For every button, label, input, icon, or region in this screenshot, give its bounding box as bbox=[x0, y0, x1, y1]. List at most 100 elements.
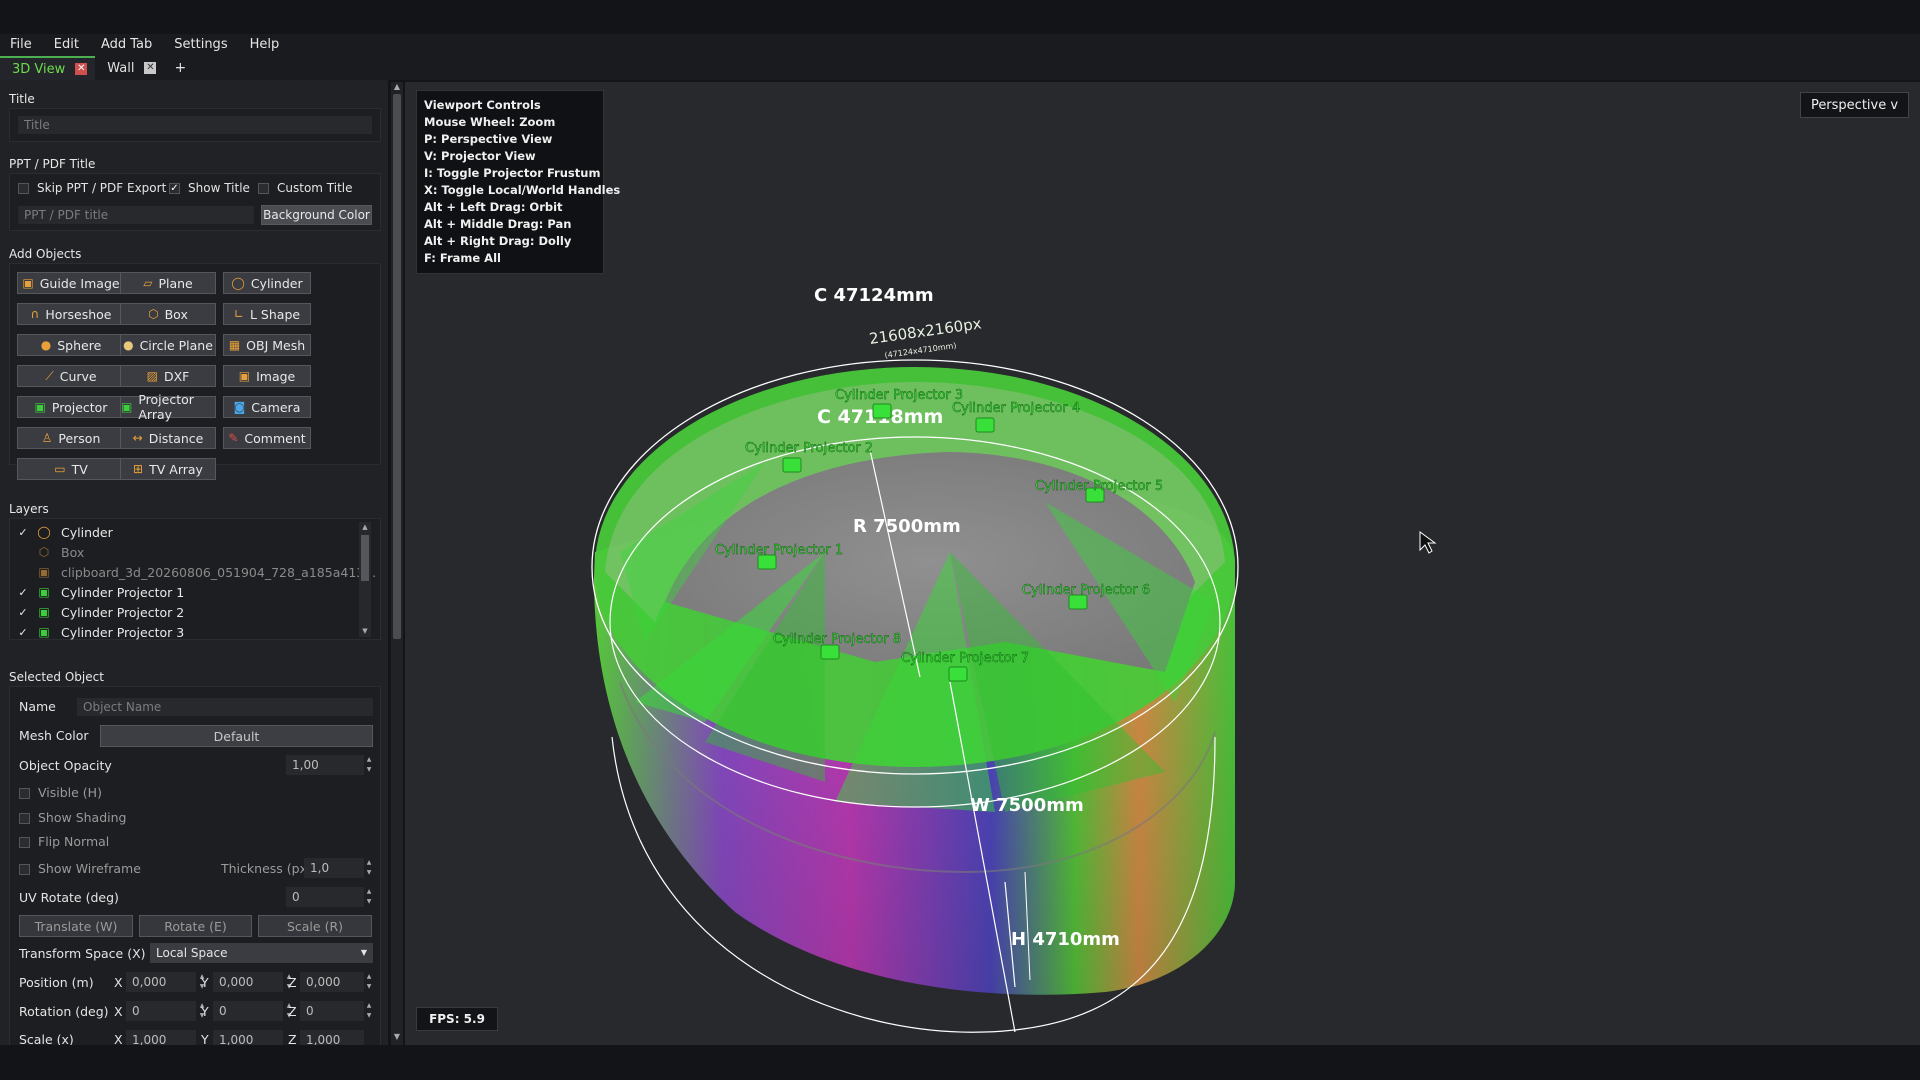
scroll-up-icon[interactable]: ▲ bbox=[392, 82, 402, 92]
scroll-thumb[interactable] bbox=[393, 94, 401, 639]
add-projector-button[interactable]: ▣ Projector bbox=[17, 396, 125, 418]
layer-item[interactable]: ✓ ▣ Cylinder Projector 1 bbox=[13, 582, 184, 602]
ppt-title-input[interactable]: PPT / PDF title bbox=[18, 206, 254, 224]
menu-edit[interactable]: Edit bbox=[50, 37, 83, 52]
add-guide-image-button[interactable]: ▣ Guide Image bbox=[17, 272, 125, 294]
check-icon[interactable]: ✓ bbox=[13, 526, 33, 539]
scale-button[interactable]: Scale (R) bbox=[258, 915, 372, 937]
rotation-x-input[interactable]: 0 bbox=[126, 1001, 196, 1021]
layer-item[interactable]: ✓ ◯ Cylinder bbox=[13, 522, 112, 542]
object-name-input[interactable]: Object Name bbox=[77, 698, 373, 716]
background-color-button[interactable]: Background Color bbox=[261, 205, 372, 225]
tab-wall[interactable]: Wall ✕ bbox=[95, 56, 164, 80]
rotation-z-input[interactable]: 0 bbox=[300, 1001, 364, 1021]
panel-scrollbar[interactable]: ▲ ▼ bbox=[391, 82, 403, 1045]
add-tv-button[interactable]: ▭ TV bbox=[17, 458, 125, 480]
add-projector-array-button[interactable]: ▣ Projector Array bbox=[120, 392, 216, 422]
wireframe-checkbox[interactable]: Show Wireframe bbox=[19, 861, 141, 876]
title-input[interactable]: Title bbox=[18, 116, 372, 134]
add-image-button[interactable]: ▣ Image bbox=[223, 365, 311, 387]
transform-space-select[interactable]: Local Space ▼ bbox=[150, 943, 373, 963]
skip-export-checkbox[interactable]: Skip PPT / PDF Export bbox=[18, 181, 166, 195]
scroll-thumb[interactable] bbox=[361, 535, 369, 581]
add-comment-button[interactable]: ✎ Comment bbox=[223, 427, 311, 449]
add-curve-button[interactable]: ⟋ Curve bbox=[17, 365, 125, 387]
visible-checkbox[interactable]: Visible (H) bbox=[19, 785, 102, 800]
add-tab-button[interactable]: + bbox=[164, 56, 196, 80]
checkbox[interactable] bbox=[19, 788, 30, 799]
scale-y-input[interactable]: 1,000 bbox=[213, 1030, 283, 1045]
menu-help[interactable]: Help bbox=[246, 37, 284, 52]
opacity-input[interactable]: 1,00 bbox=[286, 755, 364, 775]
uv-rotate-spinner[interactable]: ▲ ▼ bbox=[366, 887, 372, 907]
menu-settings[interactable]: Settings bbox=[170, 37, 231, 52]
thickness-input[interactable]: 1,0 bbox=[304, 858, 364, 878]
position-z-spinner[interactable]: ▲ ▼ bbox=[366, 972, 372, 992]
3d-viewport[interactable]: 21608x2160px (47124x4710mm) C 47124mm C … bbox=[405, 82, 1920, 1045]
checkbox[interactable] bbox=[258, 183, 269, 194]
menu-add-tab[interactable]: Add Tab bbox=[97, 37, 156, 52]
add-circle-plane-button[interactable]: ● Circle Plane bbox=[120, 334, 216, 356]
uv-rotate-input[interactable]: 0 bbox=[286, 887, 364, 907]
add-tv-array-button[interactable]: ⊞ TV Array bbox=[120, 458, 216, 480]
projector-body[interactable] bbox=[872, 403, 892, 419]
position-x-input[interactable]: 0,000 bbox=[126, 972, 196, 992]
projector-body[interactable] bbox=[782, 457, 802, 473]
check-icon[interactable]: ✓ bbox=[13, 626, 33, 639]
scale-x-input[interactable]: 1,000 bbox=[126, 1030, 196, 1045]
add-obj-mesh-button[interactable]: ▦ OBJ Mesh bbox=[223, 334, 311, 356]
view-mode-dropdown[interactable]: Perspective v bbox=[1800, 92, 1909, 118]
scroll-down-icon[interactable]: ▼ bbox=[360, 626, 370, 636]
add-box-button[interactable]: ⬡ Box bbox=[120, 303, 216, 325]
rotate-button[interactable]: Rotate (E) bbox=[139, 915, 252, 937]
button-label: Distance bbox=[148, 430, 204, 446]
close-icon[interactable]: ✕ bbox=[144, 62, 157, 74]
position-y-input[interactable]: 0,000 bbox=[213, 972, 283, 992]
projector-body[interactable] bbox=[975, 417, 995, 433]
checkbox[interactable] bbox=[19, 837, 30, 848]
scroll-up-icon[interactable]: ▲ bbox=[360, 522, 370, 532]
add-dxf-button[interactable]: ▨ DXF bbox=[120, 365, 216, 387]
add-distance-button[interactable]: ↔ Distance bbox=[120, 427, 216, 449]
checkbox[interactable] bbox=[19, 864, 30, 875]
add-horseshoe-button[interactable]: ∩ Horseshoe bbox=[17, 303, 125, 325]
add-sphere-button[interactable]: ● Sphere bbox=[17, 334, 125, 356]
layer-scrollbar[interactable]: ▲ ▼ bbox=[359, 522, 371, 637]
check-icon[interactable]: ✓ bbox=[13, 586, 33, 599]
tab-bar: 3D View ✕ Wall ✕ + bbox=[0, 54, 1920, 80]
translate-button[interactable]: Translate (W) bbox=[19, 915, 133, 937]
projector-body[interactable] bbox=[948, 666, 968, 682]
opacity-spinner[interactable]: ▲ ▼ bbox=[366, 755, 372, 775]
show-title-checkbox[interactable]: ✓ Show Title bbox=[169, 181, 250, 195]
layer-item[interactable]: ✓ ▣ Cylinder Projector 3 bbox=[13, 622, 184, 642]
layer-item[interactable]: ✓ ▣ Cylinder Projector 2 bbox=[13, 602, 184, 622]
flip-normal-checkbox[interactable]: Flip Normal bbox=[19, 834, 109, 849]
scale-z-input[interactable]: 1,000 bbox=[300, 1030, 364, 1045]
check-icon[interactable]: ✓ bbox=[13, 606, 33, 619]
check-icon[interactable]: ✓ bbox=[169, 183, 180, 194]
add-plane-button[interactable]: ▱ Plane bbox=[120, 272, 216, 294]
layers-box: ✓ ◯ Cylinder ⬡ Box ▣ clipboard_3d_20260806_051… bbox=[9, 518, 381, 640]
layer-item[interactable]: ▣ clipboard_3d_20260806_051904_728_a185a4… bbox=[13, 562, 376, 582]
viewport-controls-help: Viewport Controls Mouse Wheel: Zoom P: P… bbox=[416, 90, 620, 274]
tab-3d-view[interactable]: 3D View ✕ bbox=[0, 56, 96, 80]
position-z-input[interactable]: 0,000 bbox=[300, 972, 364, 992]
menu-file[interactable]: File bbox=[6, 37, 36, 52]
add-camera-button[interactable]: ◙ Camera bbox=[223, 396, 311, 418]
projector-body[interactable] bbox=[820, 644, 840, 660]
scroll-down-icon[interactable]: ▼ bbox=[392, 1032, 402, 1042]
add-l-shape-button[interactable]: ∟ L Shape bbox=[223, 303, 311, 325]
rotation-y-input[interactable]: 0 bbox=[213, 1001, 283, 1021]
checkbox[interactable] bbox=[19, 813, 30, 824]
projector-label: Cylinder Projector 2 bbox=[745, 441, 873, 456]
shading-checkbox[interactable]: Show Shading bbox=[19, 810, 126, 825]
close-icon[interactable]: ✕ bbox=[75, 63, 88, 75]
rotation-z-spinner[interactable]: ▲ ▼ bbox=[366, 1001, 372, 1021]
add-person-button[interactable]: ♙ Person bbox=[17, 427, 125, 449]
checkbox[interactable] bbox=[18, 183, 29, 194]
thickness-spinner[interactable]: ▲ ▼ bbox=[366, 858, 372, 878]
custom-title-checkbox[interactable]: Custom Title bbox=[258, 181, 353, 195]
mesh-color-button[interactable]: Default bbox=[100, 725, 373, 747]
layer-item[interactable]: ⬡ Box bbox=[13, 542, 85, 562]
add-cylinder-button[interactable]: ◯ Cylinder bbox=[223, 272, 311, 294]
